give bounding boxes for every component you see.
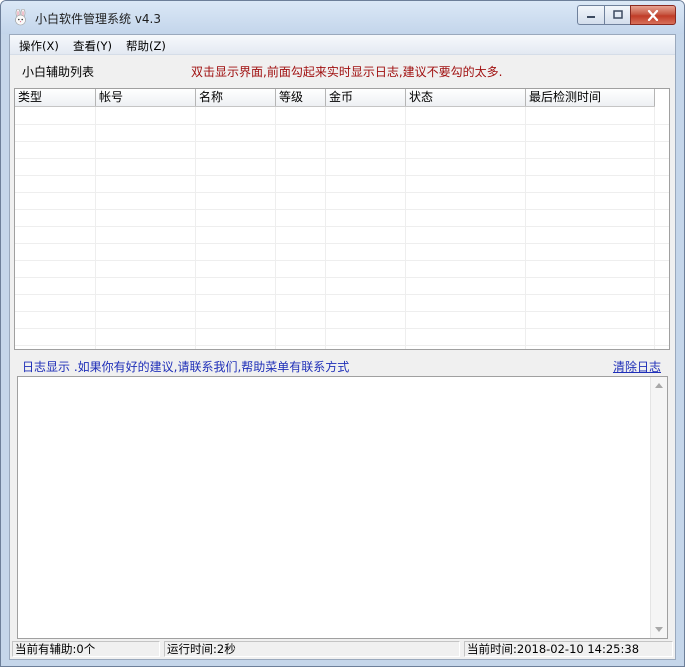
table-header: 类型 帐号 名称 等级 金币 状态 最后检测时间 [15,89,655,107]
close-button[interactable] [630,5,676,25]
grid-row-line [15,243,669,244]
grid-row-line [15,192,669,193]
app-rabbit-icon [15,9,26,26]
menu-operate[interactable]: 操作(X) [19,38,59,54]
status-current-time: 当前时间:2018-02-10 14:25:38 [464,641,673,657]
column-header-level[interactable]: 等级 [276,89,326,106]
table-body[interactable] [15,107,669,349]
client-area: 操作(X) 查看(Y) 帮助(Z) 小白辅助列表 双击显示界面,前面勾起来实时显… [9,34,676,660]
window-title: 小白软件管理系统 v4.3 [35,12,162,26]
helper-list-label: 小白辅助列表 [22,65,95,79]
list-hint-text: 双击显示界面,前面勾起来实时显示日志,建议不要勾的太多. [191,65,503,79]
menu-bar: 操作(X) 查看(Y) 帮助(Z) [10,35,675,55]
column-header-last-check-time[interactable]: 最后检测时间 [526,89,655,106]
grid-row-line [15,175,669,176]
grid-column-line [195,107,196,349]
grid-row-line [15,226,669,227]
grid-row-line [15,158,669,159]
status-runtime: 运行时间:2秒 [164,641,460,657]
grid-row-line [15,209,669,210]
window-controls [577,5,676,25]
grid-row-line [15,141,669,142]
grid-row-line [15,345,669,346]
minimize-icon [587,16,595,18]
grid-column-line [405,107,406,349]
log-panel [17,376,668,639]
grid-column-line [325,107,326,349]
grid-row-line [15,124,669,125]
grid-column-line [525,107,526,349]
status-bar: 当前有辅助:0个 运行时间:2秒 当前时间:2018-02-10 14:25:3… [10,639,675,659]
log-scrollbar[interactable] [650,377,667,638]
helper-list-table[interactable]: 类型 帐号 名称 等级 金币 状态 最后检测时间 [14,88,670,350]
menu-help[interactable]: 帮助(Z) [126,38,166,54]
grid-row-line [15,260,669,261]
column-header-name[interactable]: 名称 [196,89,276,106]
scroll-down-arrow-icon[interactable] [655,627,663,632]
column-header-account[interactable]: 帐号 [96,89,196,106]
column-header-type[interactable]: 类型 [15,89,96,106]
scroll-up-arrow-icon[interactable] [655,383,663,388]
minimize-button[interactable] [577,5,604,25]
app-window: 小白软件管理系统 v4.3 操作(X) 查看(Y) 帮助(Z) 小白辅助列表 双… [0,0,685,667]
status-helper-count: 当前有辅助:0个 [12,641,160,657]
grid-row-line [15,328,669,329]
maximize-icon [612,10,623,19]
column-header-gold[interactable]: 金币 [326,89,406,106]
column-header-status[interactable]: 状态 [406,89,526,106]
log-label: 日志显示 .如果你有好的建议,请联系我们,帮助菜单有联系方式 [22,360,350,374]
grid-column-line [654,107,655,349]
grid-row-line [15,311,669,312]
grid-column-line [95,107,96,349]
menu-view[interactable]: 查看(Y) [73,38,112,54]
maximize-button[interactable] [604,5,630,25]
grid-row-line [15,277,669,278]
clear-log-link[interactable]: 清除日志 [613,358,661,375]
log-textarea[interactable] [18,377,651,638]
title-bar[interactable]: 小白软件管理系统 v4.3 [1,1,684,34]
close-icon [647,9,659,21]
grid-column-line [275,107,276,349]
grid-row-line [15,294,669,295]
